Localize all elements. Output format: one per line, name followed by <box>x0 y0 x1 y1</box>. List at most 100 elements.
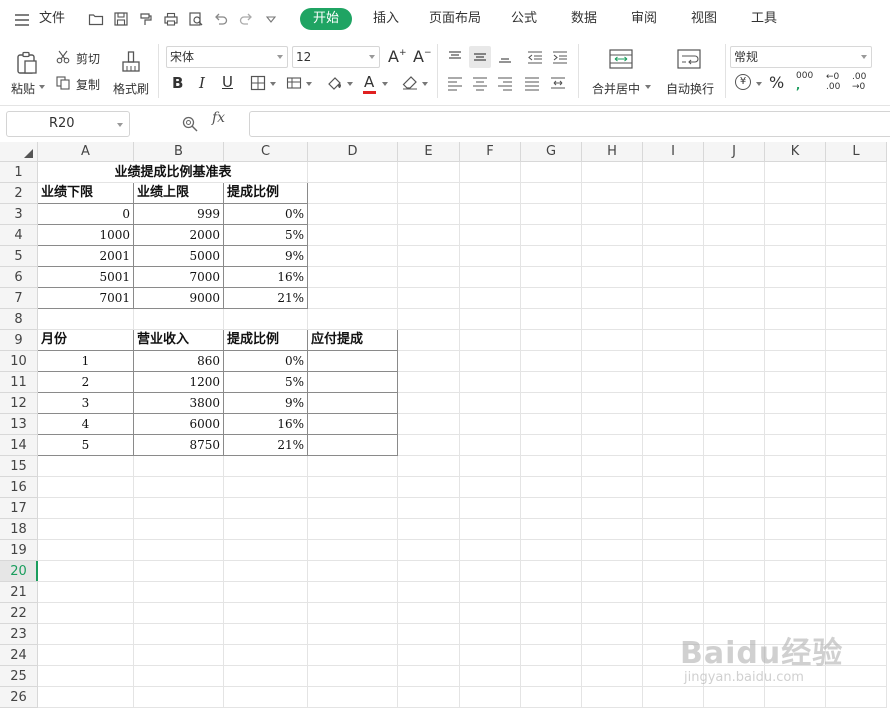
cell-d2[interactable] <box>308 183 398 204</box>
decrease-decimal-button[interactable]: .00 →0 <box>852 72 866 92</box>
row-header-23[interactable]: 23 <box>0 624 38 645</box>
cell-d13[interactable] <box>308 414 398 435</box>
cell-l12[interactable] <box>826 393 887 414</box>
cell-b16[interactable] <box>134 477 224 498</box>
cell-h14[interactable] <box>582 435 643 456</box>
cell-g23[interactable] <box>521 624 582 645</box>
cell-f15[interactable] <box>460 456 521 477</box>
column-header-b[interactable]: B <box>134 142 224 162</box>
cell-f8[interactable] <box>460 309 521 330</box>
cell-d7[interactable] <box>308 288 398 309</box>
cell-a7[interactable]: 7001 <box>38 288 134 309</box>
cell-e14[interactable] <box>398 435 460 456</box>
cell-l22[interactable] <box>826 603 887 624</box>
column-header-e[interactable]: E <box>398 142 460 162</box>
cell-g1[interactable] <box>521 162 582 183</box>
tab-home[interactable]: 开始 <box>300 8 352 30</box>
cell-k12[interactable] <box>765 393 826 414</box>
cell-k25[interactable] <box>765 666 826 687</box>
cell-h20[interactable] <box>582 561 643 582</box>
row-header-22[interactable]: 22 <box>0 603 38 624</box>
cell-h15[interactable] <box>582 456 643 477</box>
cell-g18[interactable] <box>521 519 582 540</box>
cell-f16[interactable] <box>460 477 521 498</box>
tab-review[interactable]: 审阅 <box>631 0 657 38</box>
clear-format-icon[interactable] <box>402 75 418 91</box>
cell-c20[interactable] <box>224 561 308 582</box>
cell-j12[interactable] <box>704 393 765 414</box>
cell-l21[interactable] <box>826 582 887 603</box>
cell-j21[interactable] <box>704 582 765 603</box>
cell-i12[interactable] <box>643 393 704 414</box>
cell-k8[interactable] <box>765 309 826 330</box>
cell-b7[interactable]: 9000 <box>134 288 224 309</box>
cell-b22[interactable] <box>134 603 224 624</box>
cell-a23[interactable] <box>38 624 134 645</box>
cell-f11[interactable] <box>460 372 521 393</box>
cell-f21[interactable] <box>460 582 521 603</box>
cell-e5[interactable] <box>398 246 460 267</box>
cell-b2[interactable]: 业绩上限 <box>134 183 224 204</box>
percent-button[interactable]: % <box>769 73 784 92</box>
cell-j7[interactable] <box>704 288 765 309</box>
cell-l18[interactable] <box>826 519 887 540</box>
cell-c13[interactable]: 16% <box>224 414 308 435</box>
cell-k26[interactable] <box>765 687 826 708</box>
cell-e21[interactable] <box>398 582 460 603</box>
format-painter-button[interactable]: 格式刷 <box>113 80 149 97</box>
cell-i8[interactable] <box>643 309 704 330</box>
cell-k11[interactable] <box>765 372 826 393</box>
cell-j10[interactable] <box>704 351 765 372</box>
cell-j22[interactable] <box>704 603 765 624</box>
row-header-7[interactable]: 7 <box>0 288 38 309</box>
cell-f22[interactable] <box>460 603 521 624</box>
cell-a13[interactable]: 4 <box>38 414 134 435</box>
paste-dropdown-icon[interactable] <box>39 85 45 89</box>
borders-dropdown-icon[interactable] <box>270 82 276 86</box>
cell-j6[interactable] <box>704 267 765 288</box>
cell-b15[interactable] <box>134 456 224 477</box>
column-header-a[interactable]: A <box>38 142 134 162</box>
cell-d11[interactable] <box>308 372 398 393</box>
cell-l15[interactable] <box>826 456 887 477</box>
tab-data[interactable]: 数据 <box>571 0 597 38</box>
font-name-select[interactable]: 宋体 <box>166 46 288 68</box>
cell-e3[interactable] <box>398 204 460 225</box>
cell-g3[interactable] <box>521 204 582 225</box>
cell-h25[interactable] <box>582 666 643 687</box>
cell-b11[interactable]: 1200 <box>134 372 224 393</box>
cell-l14[interactable] <box>826 435 887 456</box>
cell-d5[interactable] <box>308 246 398 267</box>
cell-a19[interactable] <box>38 540 134 561</box>
cell-i10[interactable] <box>643 351 704 372</box>
cell-i2[interactable] <box>643 183 704 204</box>
cell-f7[interactable] <box>460 288 521 309</box>
paste-icon[interactable] <box>14 50 40 76</box>
open-folder-icon[interactable] <box>88 11 104 27</box>
cell-f5[interactable] <box>460 246 521 267</box>
italic-button[interactable]: I <box>199 74 205 92</box>
cell-b19[interactable] <box>134 540 224 561</box>
cell-h9[interactable] <box>582 330 643 351</box>
cell-d6[interactable] <box>308 267 398 288</box>
borders-icon[interactable] <box>250 75 266 91</box>
cell-d25[interactable] <box>308 666 398 687</box>
cell-i11[interactable] <box>643 372 704 393</box>
cell-j25[interactable] <box>704 666 765 687</box>
cell-g12[interactable] <box>521 393 582 414</box>
print-preview-icon[interactable] <box>188 11 204 27</box>
cell-d4[interactable] <box>308 225 398 246</box>
cell-d24[interactable] <box>308 645 398 666</box>
wrap-text-button[interactable]: 自动换行 <box>666 80 714 97</box>
row-header-3[interactable]: 3 <box>0 204 38 225</box>
cell-h16[interactable] <box>582 477 643 498</box>
cell-d3[interactable] <box>308 204 398 225</box>
cell-a22[interactable] <box>38 603 134 624</box>
align-right-button[interactable] <box>494 72 516 94</box>
column-header-j[interactable]: J <box>704 142 765 162</box>
column-header-k[interactable]: K <box>765 142 826 162</box>
cell-i20[interactable] <box>643 561 704 582</box>
cell-d8[interactable] <box>308 309 398 330</box>
cell-g15[interactable] <box>521 456 582 477</box>
row-header-2[interactable]: 2 <box>0 183 38 204</box>
